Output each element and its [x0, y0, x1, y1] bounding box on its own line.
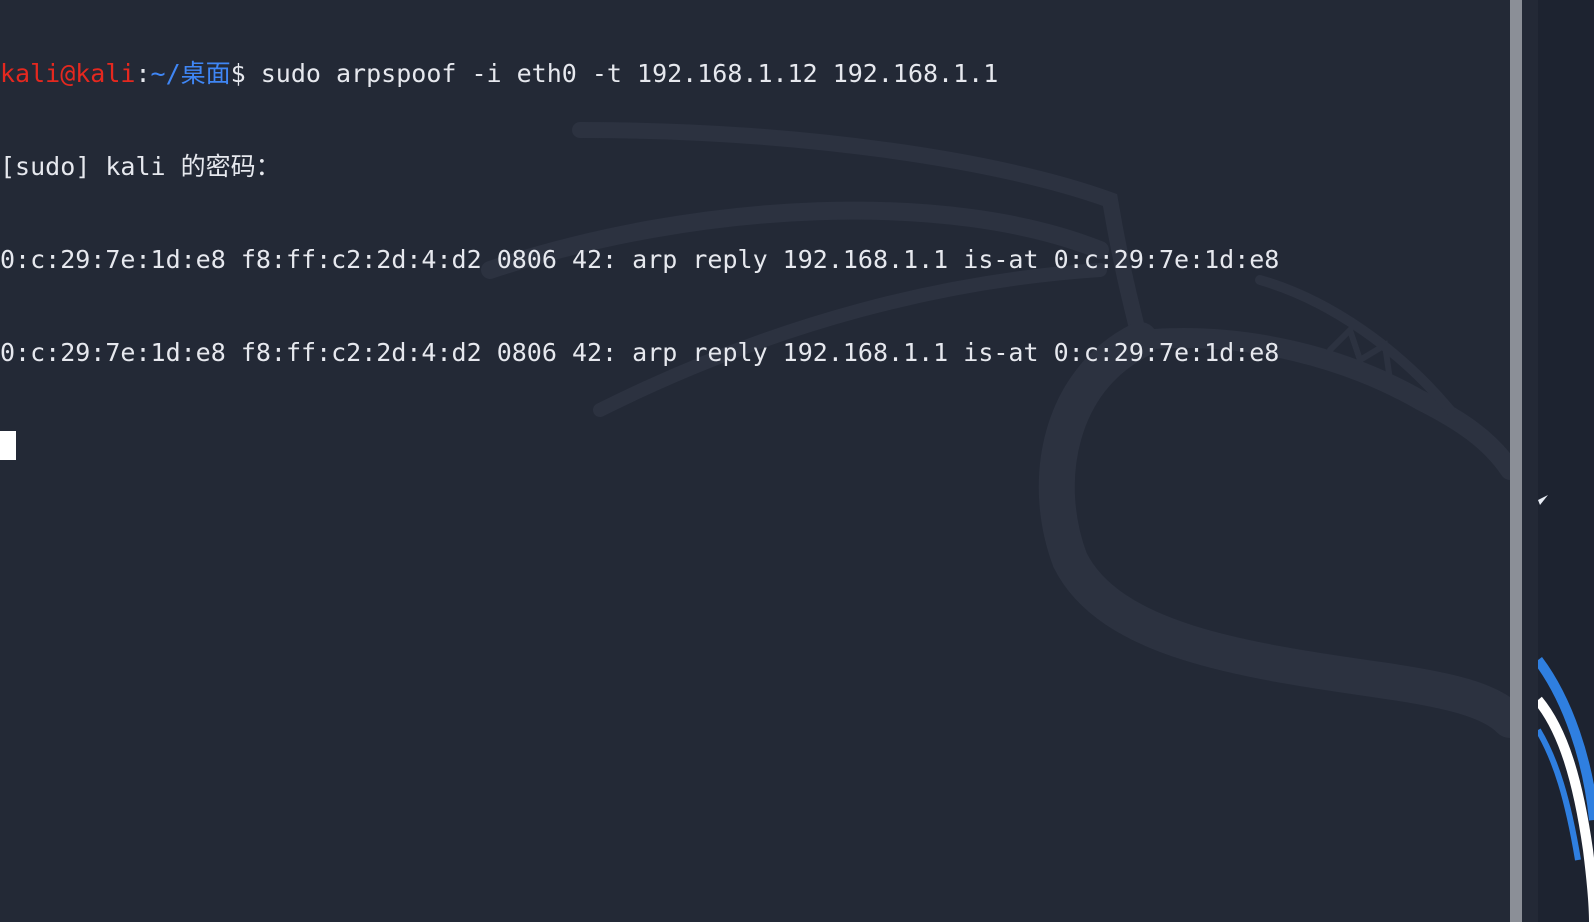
- prompt-separator: :: [135, 59, 151, 88]
- window-border: [1522, 0, 1538, 922]
- desktop-wallpaper-swoosh: [1538, 495, 1594, 922]
- screen: kali@kali:~/桌面$ sudo arpspoof -i eth0 -t…: [0, 0, 1594, 922]
- output-line: 0:c:29:7e:1d:e8 f8:ff:c2:2d:4:d2 0806 42…: [0, 338, 1280, 367]
- input-line[interactable]: [0, 430, 1500, 461]
- prompt-path: ~/桌面: [150, 59, 231, 88]
- output-line: [sudo] kali 的密码：: [0, 152, 281, 181]
- prompt-line: kali@kali:~/桌面$ sudo arpspoof -i eth0 -t…: [0, 58, 1500, 89]
- desktop-background: [1538, 0, 1594, 922]
- terminal-output: kali@kali:~/桌面$ sudo arpspoof -i eth0 -t…: [0, 0, 1500, 523]
- terminal-scrollbar[interactable]: [1510, 0, 1522, 922]
- prompt-symbol: $: [230, 59, 261, 88]
- prompt-command: sudo arpspoof -i eth0 -t 192.168.1.12 19…: [260, 59, 999, 88]
- output-line: 0:c:29:7e:1d:e8 f8:ff:c2:2d:4:d2 0806 42…: [0, 245, 1280, 274]
- block-cursor: [0, 431, 16, 460]
- prompt-user-host: kali@kali: [0, 59, 136, 88]
- terminal-window[interactable]: kali@kali:~/桌面$ sudo arpspoof -i eth0 -t…: [0, 0, 1510, 922]
